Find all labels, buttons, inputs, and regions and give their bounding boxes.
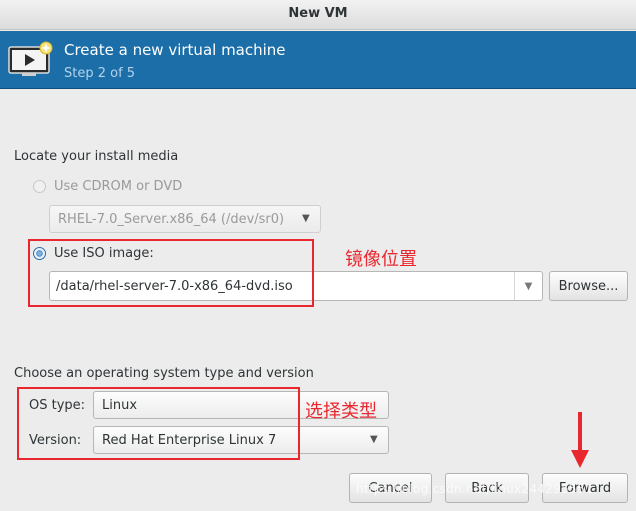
cdrom-radio[interactable] bbox=[33, 179, 46, 193]
wizard-headline: Create a new virtual machine bbox=[64, 41, 286, 59]
os-annotation-text: 选择类型 bbox=[305, 401, 377, 422]
red-arrow-down-icon bbox=[571, 412, 589, 468]
watermark-text: https://blog.csdn.net/linux244295551 bbox=[356, 482, 593, 496]
wizard-header-banner: Create a new virtual machine Step 2 of 5 bbox=[0, 31, 636, 89]
chevron-down-icon: ▼ bbox=[370, 434, 378, 445]
window-title: New VM bbox=[288, 6, 348, 21]
cdrom-option[interactable]: Use CDROM or DVD bbox=[33, 177, 182, 195]
browse-button[interactable]: Browse... bbox=[549, 271, 628, 301]
virtual-machine-monitor-icon bbox=[8, 41, 53, 76]
cdrom-device-select[interactable]: RHEL-7.0_Server.x86_64 (/dev/sr0) ▼ bbox=[49, 205, 321, 233]
wizard-step-indicator: Step 2 of 5 bbox=[64, 66, 136, 81]
cdrom-option-label: Use CDROM or DVD bbox=[54, 178, 183, 194]
os-section-label: Choose an operating system type and vers… bbox=[14, 366, 314, 381]
iso-history-dropdown-button[interactable]: ▼ bbox=[514, 272, 542, 300]
iso-annotation-box bbox=[28, 239, 314, 307]
os-annotation-box bbox=[17, 387, 300, 460]
install-media-section-label: Locate your install media bbox=[14, 149, 179, 164]
window-titlebar[interactable]: New VM bbox=[0, 0, 636, 30]
iso-annotation-text: 镜像位置 bbox=[345, 249, 417, 270]
chevron-down-icon: ▼ bbox=[524, 280, 533, 292]
cdrom-device-value: RHEL-7.0_Server.x86_64 (/dev/sr0) bbox=[58, 211, 285, 227]
chevron-down-icon: ▼ bbox=[302, 213, 310, 224]
